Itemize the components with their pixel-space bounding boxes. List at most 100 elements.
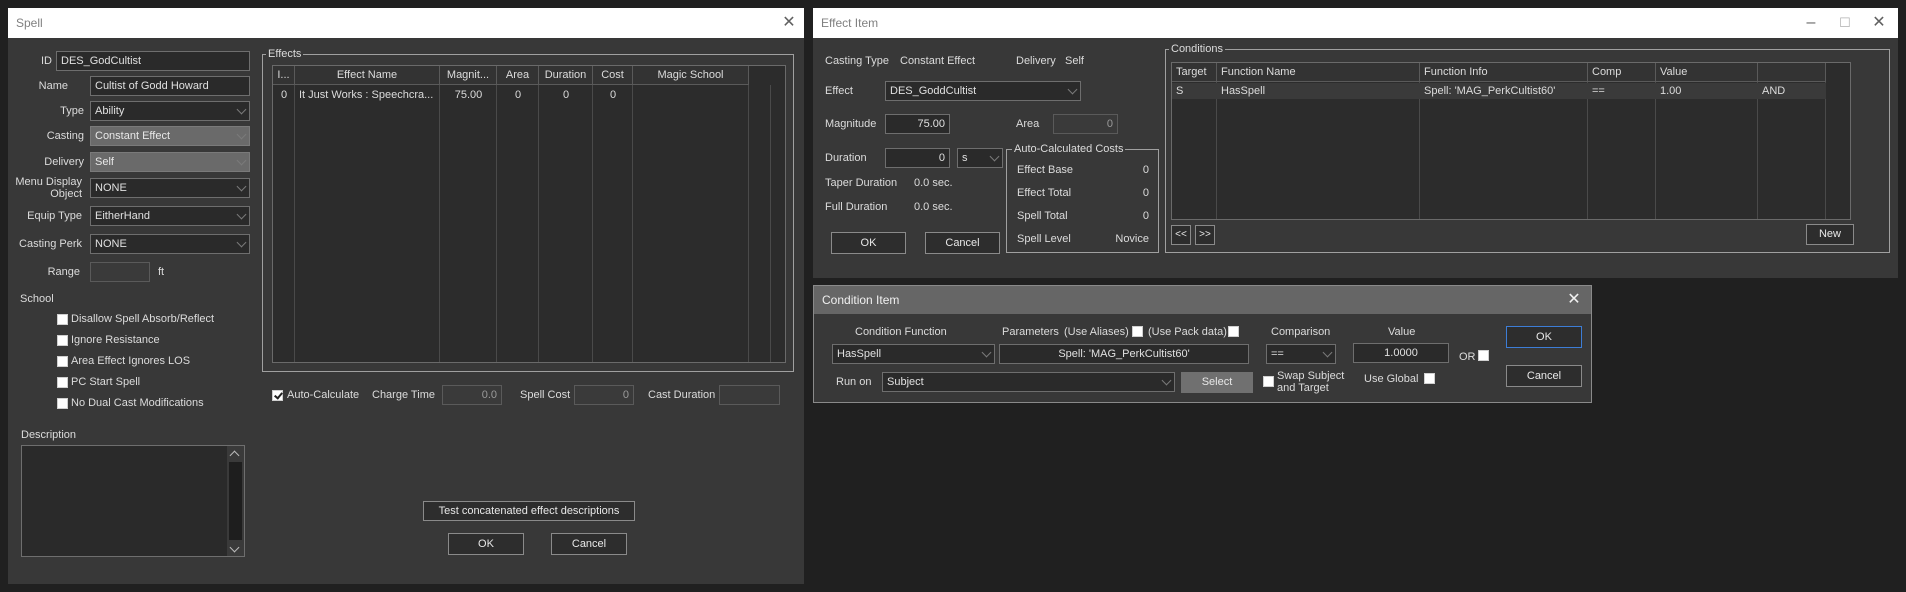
run-on-select[interactable]: Subject bbox=[882, 372, 1175, 392]
scrollbar-thumb[interactable] bbox=[229, 462, 242, 540]
auto-costs-group-title: Auto-Calculated Costs bbox=[1012, 143, 1126, 155]
description-textarea[interactable] bbox=[21, 445, 245, 557]
conditions-prev-button[interactable]: << bbox=[1171, 225, 1191, 245]
select-button[interactable]: Select bbox=[1181, 372, 1253, 393]
effect-ok-button[interactable]: OK bbox=[831, 232, 906, 254]
cast-duration-field[interactable] bbox=[719, 385, 780, 405]
use-aliases-checkbox[interactable] bbox=[1132, 326, 1143, 337]
cost-value-effect-total: 0 bbox=[1142, 187, 1149, 199]
effects-col-area[interactable]: Area bbox=[497, 66, 539, 85]
taper-duration-value: 0.0 sec. bbox=[914, 177, 953, 189]
col-divider bbox=[1419, 82, 1420, 219]
effect-duration-cell: 0 bbox=[562, 89, 570, 101]
conditions-col-target[interactable]: Target bbox=[1172, 63, 1217, 82]
equip-type-select[interactable]: EitherHand bbox=[90, 206, 250, 226]
range-field[interactable] bbox=[90, 262, 150, 282]
duration-field[interactable]: 0 bbox=[885, 148, 950, 168]
effects-col-magnitude[interactable]: Magnit... bbox=[440, 66, 497, 85]
flag-label-4: No Dual Cast Modifications bbox=[71, 397, 204, 409]
effects-col-name[interactable]: Effect Name bbox=[295, 66, 440, 85]
swap-subject-checkbox[interactable] bbox=[1263, 376, 1274, 387]
chevron-down-icon bbox=[236, 181, 247, 192]
condition-cancel-button[interactable]: Cancel bbox=[1506, 365, 1582, 387]
close-icon[interactable]: ✕ bbox=[1868, 12, 1890, 34]
chevron-down-icon bbox=[989, 151, 1000, 162]
id-field[interactable]: DES_GodCultist bbox=[56, 51, 250, 71]
casting-label: Casting bbox=[46, 130, 84, 142]
flag-checkbox-1[interactable] bbox=[57, 335, 68, 346]
condition-item-window-title: Condition Item bbox=[822, 293, 900, 307]
flag-checkbox-2[interactable] bbox=[57, 356, 68, 367]
close-icon[interactable]: ✕ bbox=[778, 12, 800, 34]
ok-button[interactable]: OK bbox=[448, 533, 524, 555]
conditions-next-button[interactable]: >> bbox=[1195, 225, 1215, 245]
effects-col-cost[interactable]: Cost bbox=[593, 66, 633, 85]
scroll-down-icon[interactable] bbox=[229, 542, 240, 553]
conditions-col-info[interactable]: Function Info bbox=[1420, 63, 1588, 82]
menu-display-select[interactable]: NONE bbox=[90, 178, 250, 198]
cast-duration-label: Cast Duration bbox=[648, 389, 716, 401]
delivery-select[interactable]: Self bbox=[90, 152, 250, 172]
type-select[interactable]: Ability bbox=[90, 101, 250, 121]
effect-select[interactable]: DES_GoddCultist bbox=[885, 81, 1081, 101]
scroll-up-icon[interactable] bbox=[229, 450, 240, 461]
run-on-label: Run on bbox=[836, 376, 872, 388]
test-descriptions-button[interactable]: Test concatenated effect descriptions bbox=[423, 501, 635, 521]
auto-calculate-checkbox[interactable] bbox=[272, 390, 283, 401]
table-row[interactable]: S HasSpell Spell: 'MAG_PerkCultist60' ==… bbox=[1172, 83, 1826, 99]
new-condition-button[interactable]: New bbox=[1806, 224, 1854, 245]
use-pack-data-checkbox[interactable] bbox=[1228, 326, 1239, 337]
spell-titlebar[interactable]: Spell ✕ bbox=[8, 8, 804, 38]
equip-type-value: EitherHand bbox=[95, 210, 151, 222]
description-scrollbar[interactable] bbox=[227, 446, 244, 556]
flag-checkbox-4[interactable] bbox=[57, 398, 68, 409]
value-field[interactable]: 1.0000 bbox=[1353, 343, 1449, 363]
comparison-select[interactable]: == bbox=[1266, 344, 1336, 364]
charge-time-field[interactable]: 0.0 bbox=[442, 385, 502, 405]
effect-item-titlebar[interactable]: Effect Item – ☐ ✕ bbox=[813, 8, 1898, 38]
casting-select[interactable]: Constant Effect bbox=[90, 126, 250, 146]
effect-cancel-button[interactable]: Cancel bbox=[925, 232, 1000, 254]
col-divider bbox=[294, 85, 295, 362]
col-divider bbox=[592, 85, 593, 362]
value-label: Value bbox=[1388, 326, 1416, 338]
condition-ok-button[interactable]: OK bbox=[1506, 326, 1582, 348]
parameters-field[interactable]: Spell: 'MAG_PerkCultist60' bbox=[999, 344, 1249, 364]
casting-perk-select[interactable]: NONE bbox=[90, 234, 250, 254]
effects-table[interactable]: I... Effect Name Magnit... Area Duration… bbox=[272, 65, 786, 363]
spell-window: Spell ✕ ID DES_GodCultist Name Cultist o… bbox=[8, 8, 804, 584]
condition-target-cell: S bbox=[1176, 85, 1184, 97]
condition-info-cell: Spell: 'MAG_PerkCultist60' bbox=[1424, 85, 1556, 97]
conditions-table[interactable]: Target Function Name Function Info Comp … bbox=[1171, 62, 1851, 220]
full-duration-value: 0.0 sec. bbox=[914, 201, 953, 213]
name-field[interactable]: Cultist of Godd Howard bbox=[90, 76, 250, 96]
effects-col-index[interactable]: I... bbox=[273, 66, 295, 85]
conditions-col-value[interactable]: Value bbox=[1656, 63, 1758, 82]
condition-item-titlebar[interactable]: Condition Item ✕ bbox=[814, 286, 1591, 314]
duration-unit-value: s bbox=[962, 152, 968, 164]
conditions-col-function[interactable]: Function Name bbox=[1217, 63, 1420, 82]
chevron-down-icon bbox=[981, 347, 992, 358]
use-global-checkbox[interactable] bbox=[1424, 373, 1435, 384]
cancel-button[interactable]: Cancel bbox=[551, 533, 627, 555]
effects-col-school[interactable]: Magic School bbox=[633, 66, 749, 85]
maximize-icon[interactable]: ☐ bbox=[1834, 12, 1856, 34]
spell-cost-field[interactable]: 0 bbox=[574, 385, 634, 405]
table-row[interactable]: 0 It Just Works : Speechcra... 75.00 0 0… bbox=[273, 87, 749, 103]
close-icon[interactable]: ✕ bbox=[1563, 289, 1585, 311]
flag-checkbox-3[interactable] bbox=[57, 377, 68, 388]
cost-value-spell-level: Novice bbox=[1115, 233, 1149, 245]
effect-item-window: Effect Item – ☐ ✕ Casting Type Constant … bbox=[813, 8, 1898, 278]
effect-name-cell: It Just Works : Speechcra... bbox=[299, 89, 434, 101]
or-checkbox[interactable] bbox=[1478, 350, 1489, 361]
flag-checkbox-0[interactable] bbox=[57, 314, 68, 325]
conditions-col-comp[interactable]: Comp bbox=[1588, 63, 1656, 82]
conditions-col-op[interactable] bbox=[1758, 63, 1826, 82]
effects-col-duration[interactable]: Duration bbox=[539, 66, 593, 85]
condition-function-select[interactable]: HasSpell bbox=[832, 344, 995, 364]
magnitude-field[interactable]: 75.00 bbox=[885, 114, 950, 134]
area-field[interactable]: 0 bbox=[1053, 114, 1118, 134]
minimize-icon[interactable]: – bbox=[1800, 12, 1822, 34]
magnitude-label: Magnitude bbox=[825, 118, 877, 130]
duration-unit-select[interactable]: s bbox=[957, 148, 1003, 168]
